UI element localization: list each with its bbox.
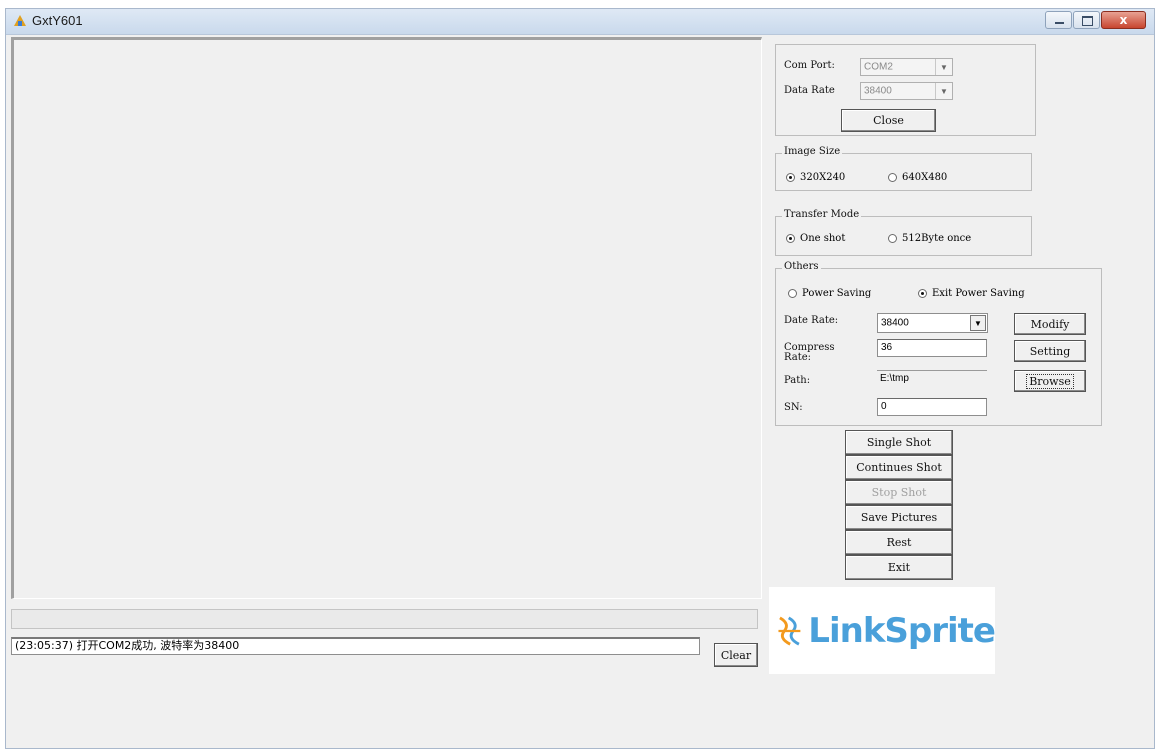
window-title: GxtY601	[32, 13, 83, 28]
chevron-down-icon: ▼	[970, 315, 986, 331]
radio-dot	[786, 234, 795, 243]
continues-shot-button[interactable]: Continues Shot	[845, 455, 953, 480]
close-port-label: Close	[873, 114, 904, 127]
window-controls: x	[1044, 11, 1146, 29]
title-bar[interactable]: GxtY601 x	[6, 9, 1154, 35]
radio-label: Exit Power Saving	[932, 288, 1025, 299]
radio-dot	[788, 289, 797, 298]
sn-input[interactable]: 0	[877, 398, 987, 416]
image-size-title: Image Size	[782, 146, 843, 157]
chevron-down-icon: ▼	[935, 59, 952, 75]
transfer-mode-group: Transfer Mode One shot 512Byte once	[775, 209, 1032, 256]
continues-shot-label: Continues Shot	[856, 461, 942, 474]
single-shot-label: Single Shot	[866, 436, 932, 449]
radio-label: 640X480	[902, 172, 948, 183]
radio-label: 512Byte once	[902, 233, 972, 244]
log-output[interactable]: (23:05:37) 打开COM2成功, 波特率为38400	[11, 637, 700, 655]
transfer-mode-title: Transfer Mode	[782, 209, 862, 220]
compress-rate-input[interactable]: 36	[877, 339, 987, 357]
com-port-value: COM2	[864, 61, 893, 73]
stop-shot-label: Stop Shot	[871, 486, 927, 499]
radio-640x480[interactable]: 640X480	[888, 172, 947, 183]
radio-power-saving[interactable]: Power Saving	[788, 288, 871, 299]
radio-320x240[interactable]: 320X240	[786, 172, 845, 183]
radio-512byte-once[interactable]: 512Byte once	[888, 233, 971, 244]
stop-shot-button[interactable]: Stop Shot	[845, 480, 953, 505]
chevron-down-icon: ▼	[935, 83, 952, 99]
data-rate-select[interactable]: 38400 ▼	[860, 82, 953, 100]
com-port-select[interactable]: COM2 ▼	[860, 58, 953, 76]
linksprite-logo-icon	[778, 616, 801, 645]
radio-one-shot[interactable]: One shot	[786, 233, 845, 244]
compress-rate-label: Compress Rate:	[784, 342, 835, 363]
clear-button[interactable]: Clear	[714, 643, 758, 667]
close-window-button[interactable]: x	[1101, 11, 1146, 29]
close-port-button[interactable]: Close	[841, 109, 936, 132]
others-group: Others Power Saving Exit Power Saving Da…	[775, 261, 1102, 426]
data-rate-value: 38400	[864, 85, 892, 97]
app-icon	[14, 15, 26, 26]
radio-exit-power-saving[interactable]: Exit Power Saving	[918, 288, 1025, 299]
setting-label: Setting	[1029, 344, 1071, 358]
minimize-button[interactable]	[1045, 11, 1072, 29]
date-rate-value: 38400	[881, 317, 909, 329]
others-title: Others	[782, 261, 821, 272]
radio-dot	[888, 234, 897, 243]
single-shot-button[interactable]: Single Shot	[845, 430, 953, 455]
rest-label: Rest	[886, 536, 912, 549]
sn-label: SN:	[784, 402, 803, 413]
modify-button[interactable]: Modify	[1014, 313, 1086, 335]
exit-label: Exit	[887, 561, 911, 574]
rest-button[interactable]: Rest	[845, 530, 953, 555]
save-pictures-label: Save Pictures	[860, 511, 938, 524]
radio-label: One shot	[800, 233, 846, 244]
browse-label: Browse	[1026, 373, 1074, 389]
progress-bar	[11, 609, 758, 629]
radio-dot	[918, 289, 927, 298]
image-preview-area	[11, 37, 762, 599]
date-rate-select[interactable]: 38400 ▼	[877, 313, 988, 333]
date-rate-label: Date Rate:	[784, 315, 839, 326]
com-port-panel: Com Port: COM2 ▼ Data Rate 38400 ▼ Close	[775, 44, 1036, 136]
radio-label: 320X240	[800, 172, 846, 183]
modify-label: Modify	[1030, 317, 1070, 331]
radio-dot	[888, 173, 897, 182]
maximize-button[interactable]	[1073, 11, 1100, 29]
com-port-label: Com Port:	[784, 60, 835, 71]
path-label: Path:	[784, 375, 811, 386]
radio-dot	[786, 173, 795, 182]
setting-button[interactable]: Setting	[1014, 340, 1086, 362]
radio-label: Power Saving	[802, 288, 872, 299]
browse-button[interactable]: Browse	[1014, 370, 1086, 392]
close-icon: x	[1119, 13, 1128, 27]
clear-button-label: Clear	[720, 648, 752, 662]
image-size-group: Image Size 320X240 640X480	[775, 146, 1032, 191]
exit-button[interactable]: Exit	[845, 555, 953, 580]
linksprite-logo: LinkSprite	[769, 587, 996, 674]
data-rate-label: Data Rate	[784, 85, 835, 96]
save-pictures-button[interactable]: Save Pictures	[845, 505, 953, 530]
logo-text: LinkSprite	[808, 610, 996, 651]
path-field: E:\tmp	[877, 370, 987, 388]
